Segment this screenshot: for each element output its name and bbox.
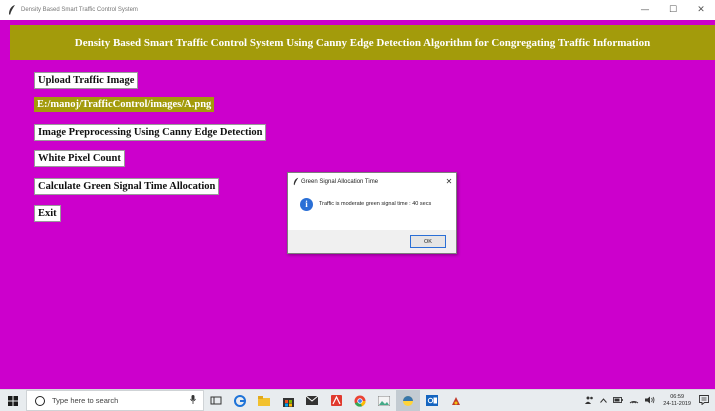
dialog-titlebar: Green Signal Allocation Time ✕ — [288, 173, 456, 190]
notification-center-icon[interactable] — [699, 394, 709, 407]
dialog-close-button[interactable]: ✕ — [442, 177, 456, 186]
file-explorer-icon[interactable] — [252, 390, 276, 411]
network-icon[interactable] — [629, 396, 639, 406]
minimize-button[interactable]: — — [631, 0, 659, 20]
edge-icon[interactable] — [228, 390, 252, 411]
mail-icon[interactable] — [300, 390, 324, 411]
tk-feather-icon — [5, 3, 19, 17]
store-icon[interactable] — [276, 390, 300, 411]
python-icon[interactable] — [396, 390, 420, 411]
acrobat-icon[interactable] — [324, 390, 348, 411]
exit-button[interactable]: Exit — [34, 205, 61, 222]
upload-image-button[interactable]: Upload Traffic Image — [34, 72, 139, 89]
task-view-icon[interactable] — [204, 390, 228, 411]
preprocess-button[interactable]: Image Preprocessing Using Canny Edge Det… — [34, 124, 267, 141]
dialog-title: Green Signal Allocation Time — [301, 178, 379, 185]
clock-date: 24-11-2019 — [663, 400, 691, 407]
volume-icon[interactable] — [645, 396, 655, 406]
battery-icon[interactable] — [613, 396, 624, 405]
dialog-footer: OK — [288, 230, 456, 253]
green-signal-dialog: Green Signal Allocation Time ✕ i Traffic… — [287, 172, 457, 254]
close-window-button[interactable]: ✕ — [687, 0, 715, 20]
title-banner: Density Based Smart Traffic Control Syst… — [10, 25, 715, 60]
window-title: Density Based Smart Traffic Control Syst… — [21, 7, 138, 13]
image-viewer-icon[interactable] — [372, 390, 396, 411]
clock-time: 06:59 — [670, 393, 685, 400]
white-pixel-count-button[interactable]: White Pixel Count — [34, 150, 125, 167]
info-icon: i — [300, 197, 313, 211]
show-hidden-icons-chevron[interactable] — [600, 397, 608, 405]
people-icon[interactable] — [585, 396, 594, 406]
cortana-icon — [35, 395, 45, 406]
microphone-icon[interactable] — [187, 395, 199, 406]
chrome-icon[interactable] — [348, 390, 372, 411]
system-tray: 06:59 24-11-2019 — [582, 390, 715, 411]
ok-button[interactable]: OK — [410, 235, 446, 248]
search-placeholder: Type here to search — [52, 396, 119, 405]
banner-title: Density Based Smart Traffic Control Syst… — [74, 36, 651, 49]
dialog-message: Traffic is moderate green signal time : … — [319, 201, 432, 207]
window-titlebar: Density Based Smart Traffic Control Syst… — [0, 0, 715, 21]
image-path-label: E:/manoj/TrafficControl/images/A.png — [34, 97, 215, 112]
windows-start-icon[interactable] — [0, 390, 26, 411]
paint-icon[interactable] — [444, 390, 468, 411]
taskbar-clock[interactable]: 06:59 24-11-2019 — [663, 394, 691, 408]
green-signal-time-button[interactable]: Calculate Green Signal Time Allocation — [34, 178, 220, 195]
taskbar-search-box[interactable]: Type here to search — [26, 390, 204, 411]
dialog-feather-icon — [291, 177, 301, 187]
taskbar: Type here to search 06:59 24-11-2019 — [0, 389, 715, 411]
maximize-button[interactable]: ☐ — [659, 0, 687, 20]
outlook-icon[interactable] — [420, 390, 444, 411]
